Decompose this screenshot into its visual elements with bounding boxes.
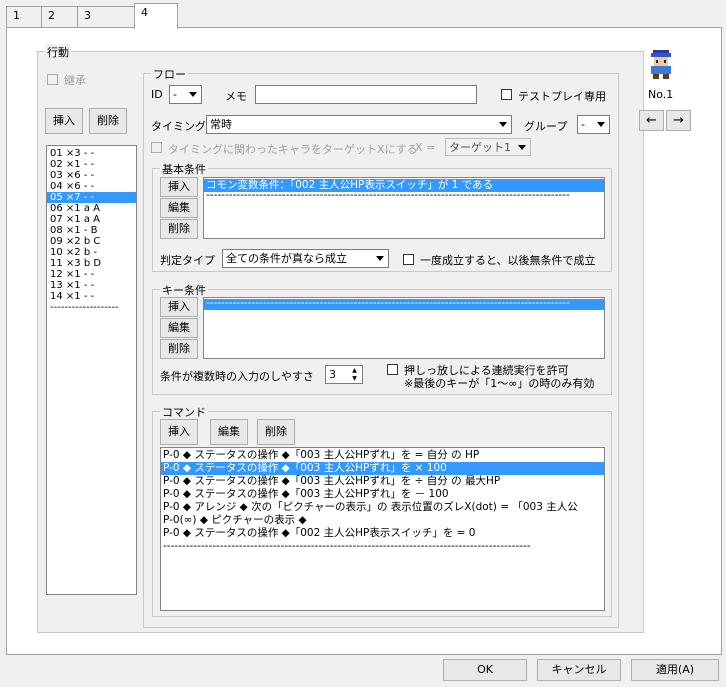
list-item[interactable]: 05 ×7 - - [47, 192, 136, 203]
test-play-checkbox[interactable] [501, 89, 512, 100]
list-item[interactable]: 04 ×6 - - [47, 181, 136, 192]
test-play-label: テストプレイ専用 [518, 90, 606, 103]
list-item[interactable]: P-0(∞) ◆ ピクチャーの表示 ◆ [161, 514, 604, 527]
timing-label: タイミング [151, 120, 206, 133]
basic-insert-button[interactable]: 挿入 [160, 177, 198, 197]
spin-up-icon[interactable]: ▲ [348, 367, 361, 374]
list-item[interactable]: 12 ×1 - - [47, 269, 136, 280]
list-item[interactable]: P-0 ◆ ステータスの操作 ◆「003 主人公HPずれ」を ÷ 自分 の 最大… [161, 475, 604, 488]
basic-condition-list[interactable]: コモン変数条件：「002 主人公HP表示スイッチ」が 1 である -------… [203, 177, 605, 239]
prev-button[interactable]: ← [639, 110, 664, 131]
list-item[interactable]: 08 ×1 - B [47, 225, 136, 236]
list-item[interactable]: P-0 ◆ アレンジ ◆ 次の「ピクチャーの表示」の 表示位置のズレX(dot)… [161, 501, 604, 514]
id-label: ID [151, 88, 163, 101]
target-select[interactable]: ターゲット1 [445, 138, 531, 156]
id-select[interactable]: - [169, 85, 202, 104]
basic-edit-button[interactable]: 編集 [160, 198, 198, 218]
list-item[interactable]: ----------------------------------------… [204, 299, 604, 310]
basic-delete-button[interactable]: 削除 [160, 219, 198, 239]
target-label: タイミングに関わったキャラをターゲットXにする [168, 143, 418, 156]
list-item[interactable]: ----------------------------------------… [204, 192, 604, 200]
next-button[interactable]: → [666, 110, 691, 131]
timing-select[interactable]: 常時 [206, 115, 512, 134]
once-true-checkbox[interactable] [403, 254, 414, 265]
judge-type-value: 全ての条件が真なら成立 [226, 252, 347, 265]
action-list[interactable]: 01 ×3 - -02 ×1 - -03 ×6 - -04 ×6 - -05 ×… [46, 145, 137, 595]
command-legend: コマンド [160, 404, 208, 420]
hold-repeat-note: ※最後のキーが「1～∞」の時のみ有効 [404, 377, 595, 390]
list-item[interactable]: P-0 ◆ ステータスの操作 ◆「003 主人公HPずれ」を = 自分 の HP [161, 449, 604, 462]
list-item[interactable]: 03 ×6 - - [47, 170, 136, 181]
list-item[interactable]: コモン変数条件：「002 主人公HP表示スイッチ」が 1 である [204, 179, 604, 192]
ease-label: 条件が複数時の入力のしやすさ [160, 370, 314, 383]
list-item[interactable]: P-0 ◆ ステータスの操作 ◆「002 主人公HP表示スイッチ」を = 0 [161, 527, 604, 540]
tab-2[interactable]: 2 [41, 6, 78, 28]
x-label: X = [415, 141, 436, 154]
command-edit-button[interactable]: 編集 [210, 419, 248, 445]
list-item[interactable]: P-0 ◆ ステータスの操作 ◆「003 主人公HPずれ」を × 100 [161, 462, 604, 475]
once-true-label: 一度成立すると、以後無条件で成立 [420, 254, 596, 267]
action-delete-button[interactable]: 削除 [89, 108, 127, 134]
id-select-value: - [173, 88, 177, 101]
list-item[interactable]: 13 ×1 - - [47, 280, 136, 291]
group-select[interactable]: - [577, 115, 610, 134]
tab-4-label: 4 [141, 6, 148, 19]
list-item[interactable]: 07 ×1 a A [47, 214, 136, 225]
character-sprite-icon [647, 48, 675, 80]
list-item[interactable]: P-0 ◆ ステータスの操作 ◆「003 主人公HPずれ」を － 100 [161, 488, 604, 501]
key-condition-legend: キー条件 [160, 282, 208, 298]
action-insert-button[interactable]: 挿入 [45, 108, 83, 134]
inherit-checkbox[interactable] [47, 74, 58, 85]
memo-input[interactable] [255, 85, 477, 104]
tab-4[interactable]: 4 [134, 3, 178, 29]
tab-1-label: 1 [13, 9, 20, 22]
ease-spinner[interactable]: 3 ▲ ▼ [325, 365, 363, 384]
ease-value: 3 [329, 368, 336, 381]
list-item[interactable]: ----------------------------------------… [161, 540, 604, 553]
apply-button[interactable]: 適用(A) [631, 659, 719, 681]
tab-3-label: 3 [84, 9, 91, 22]
key-delete-button[interactable]: 削除 [160, 339, 198, 359]
list-item[interactable]: 01 ×3 - - [47, 148, 136, 159]
list-item[interactable]: ------------------- [47, 302, 136, 313]
list-item[interactable]: 02 ×1 - - [47, 159, 136, 170]
chevron-down-icon [372, 251, 387, 266]
timing-select-value: 常時 [210, 118, 232, 131]
memo-label: メモ [225, 90, 247, 103]
chevron-down-icon [514, 140, 529, 154]
key-insert-button[interactable]: 挿入 [160, 297, 198, 317]
chevron-down-icon [593, 117, 608, 132]
list-item[interactable]: 11 ×3 b D [47, 258, 136, 269]
list-item[interactable]: 09 ×2 b C [47, 236, 136, 247]
key-condition-list[interactable]: ----------------------------------------… [203, 297, 605, 359]
target-select-value: ターゲット1 [449, 141, 511, 154]
basic-condition-legend: 基本条件 [160, 161, 208, 177]
ok-button[interactable]: OK [443, 659, 527, 681]
group-label: グループ [524, 120, 568, 133]
judge-type-select[interactable]: 全ての条件が真なら成立 [222, 249, 389, 268]
inherit-label: 継承 [64, 74, 86, 87]
command-insert-button[interactable]: 挿入 [160, 419, 198, 445]
list-item[interactable]: 10 ×2 b - [47, 247, 136, 258]
tab-panel: 行動 継承 挿入 削除 01 ×3 - -02 ×1 - -03 ×6 - -0… [6, 27, 722, 655]
command-delete-button[interactable]: 削除 [257, 419, 295, 445]
flow-legend: フロー [151, 66, 188, 82]
action-legend: 行動 [45, 44, 71, 60]
judge-type-label: 判定タイプ [160, 254, 215, 267]
character-number: No.1 [648, 88, 674, 101]
chevron-down-icon [185, 87, 200, 102]
group-select-value: - [581, 118, 585, 131]
tab-1[interactable]: 1 [6, 6, 42, 28]
list-item[interactable]: 06 ×1 a A [47, 203, 136, 214]
tab-2-label: 2 [48, 9, 55, 22]
cancel-button[interactable]: キャンセル [537, 659, 621, 681]
chevron-down-icon [495, 117, 510, 132]
hold-repeat-checkbox[interactable] [387, 364, 398, 375]
target-checkbox[interactable] [151, 142, 162, 153]
key-edit-button[interactable]: 編集 [160, 318, 198, 338]
spin-down-icon[interactable]: ▼ [348, 375, 361, 382]
command-list[interactable]: P-0 ◆ ステータスの操作 ◆「003 主人公HPずれ」を = 自分 の HP… [160, 447, 605, 611]
tab-3[interactable]: 3 [77, 6, 135, 28]
list-item[interactable]: 14 ×1 - - [47, 291, 136, 302]
